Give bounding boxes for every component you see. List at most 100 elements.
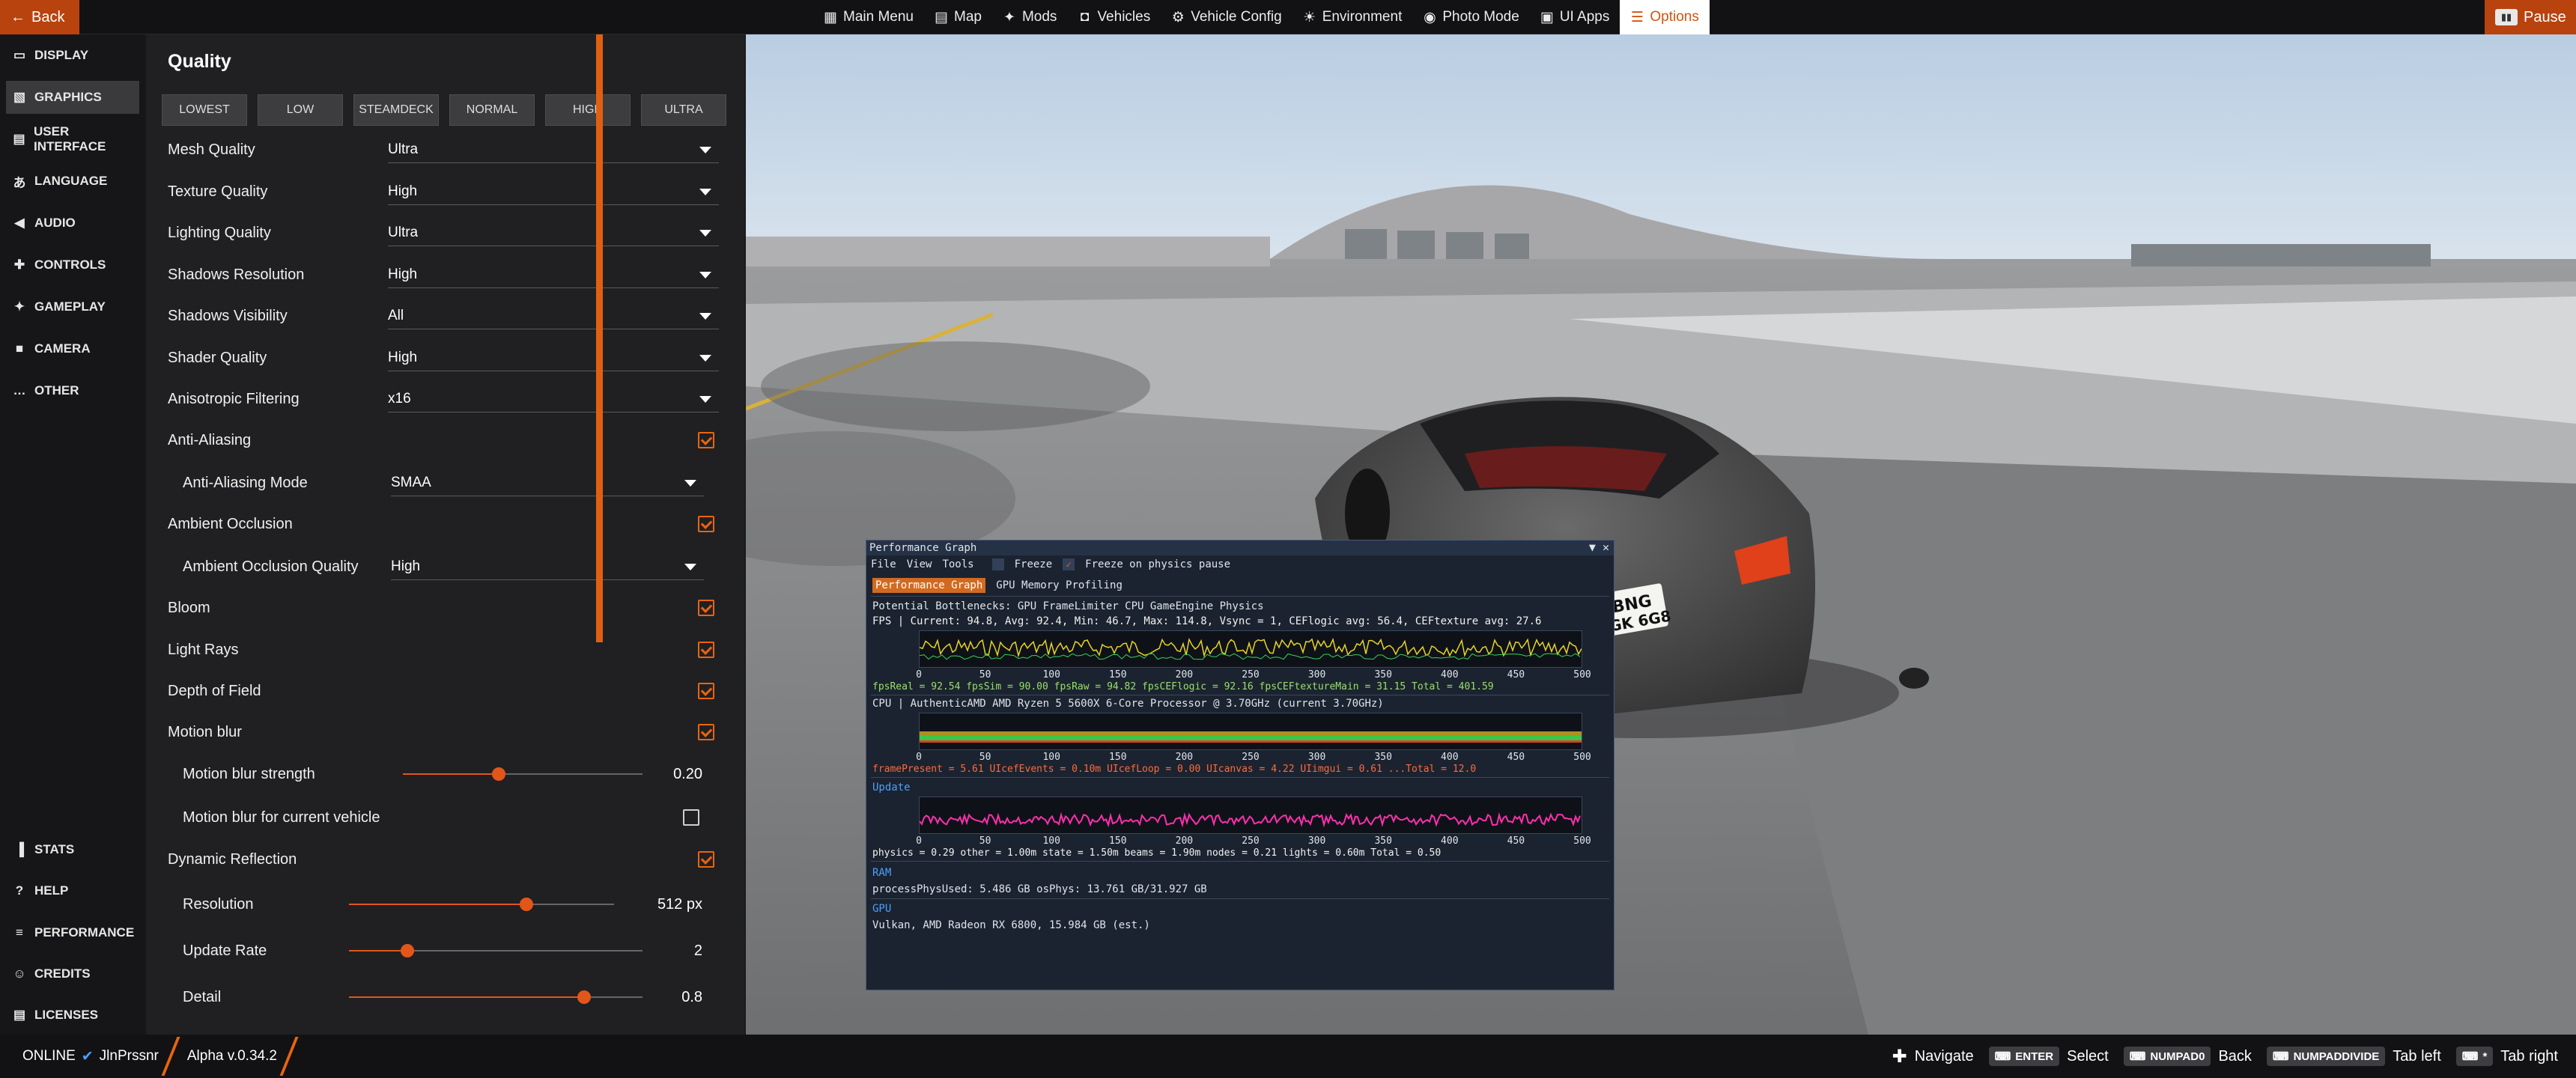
hint-back[interactable]: ⌨ NUMPAD0 Back bbox=[2123, 1047, 2252, 1066]
sidebar-item-audio[interactable]: ◀ AUDIO bbox=[6, 207, 139, 240]
sidebar-item-camera[interactable]: ■ CAMERA bbox=[6, 332, 139, 365]
sidebar-item-stats[interactable]: ▐ STATS bbox=[6, 833, 139, 866]
sidebar-item-controls[interactable]: ✚ CONTROLS bbox=[6, 249, 139, 281]
depth-of-field-checkbox[interactable] bbox=[698, 683, 714, 699]
fps-axis: 0 50 100 150 200 250 300 350 400 450 500 bbox=[916, 669, 1591, 681]
hint-select[interactable]: ⌨ ENTER Select bbox=[1988, 1047, 2109, 1066]
preset-ultra-button[interactable]: ULTRA bbox=[641, 94, 726, 126]
more-icon: … bbox=[13, 383, 26, 398]
monitor-icon: ▭ bbox=[13, 48, 26, 62]
preset-steamdeck-button[interactable]: STEAMDECK bbox=[353, 94, 439, 126]
motion-blur-checkbox[interactable] bbox=[698, 724, 714, 740]
anti-aliasing-mode-dropdown[interactable]: SMAA bbox=[391, 469, 704, 496]
slider-handle[interactable] bbox=[401, 944, 415, 957]
anti-aliasing-checkbox[interactable] bbox=[698, 432, 714, 448]
shadows-visibility-dropdown[interactable]: All bbox=[388, 302, 719, 329]
reflection-detail-slider[interactable] bbox=[349, 986, 643, 1008]
lighting-quality-dropdown[interactable]: Ultra bbox=[388, 219, 719, 246]
panel-scrollbar[interactable] bbox=[596, 34, 603, 642]
dynamic-reflection-checkbox[interactable] bbox=[698, 851, 714, 868]
slider-handle[interactable] bbox=[492, 767, 505, 781]
sidebar-item-graphics[interactable]: ▧ GRAPHICS bbox=[6, 81, 139, 114]
sidebar-item-language[interactable]: あ LANGUAGE bbox=[6, 165, 139, 198]
reflection-resolution-slider[interactable] bbox=[349, 893, 614, 916]
key-badge: ⌨ NUMPAD0 bbox=[2123, 1047, 2211, 1066]
window-title[interactable]: Performance Graph bbox=[866, 540, 1614, 555]
fps-legend: fpsReal = 92.54 fpsSim = 90.00 fpsRaw = … bbox=[872, 681, 1494, 692]
chevron-down-icon bbox=[699, 396, 711, 403]
sidebar-item-display[interactable]: ▭ DISPLAY bbox=[6, 39, 139, 72]
axis-tick: 300 bbox=[1307, 752, 1326, 763]
sidebar-item-user-interface[interactable]: ▤ USER INTERFACE bbox=[6, 123, 139, 156]
pause-button[interactable]: ▮▮ Pause bbox=[2485, 0, 2576, 34]
axis-tick: 50 bbox=[979, 669, 991, 680]
reflection-update-rate-slider[interactable] bbox=[349, 940, 643, 962]
nav-ui-apps[interactable]: ▣ UI Apps bbox=[1530, 0, 1620, 34]
tab-performance-graph[interactable]: Performance Graph bbox=[872, 578, 986, 593]
axis-tick: 200 bbox=[1175, 835, 1194, 847]
apps-icon: ▣ bbox=[1540, 9, 1554, 25]
hint-tab-right[interactable]: ⌨ * Tab right bbox=[2455, 1047, 2558, 1066]
translate-icon: あ bbox=[13, 175, 26, 190]
top-bar: ← Back ▦ Main Menu ▤ Map ✦ Mods ◘ Vehicles ⚙ Vehi… bbox=[0, 0, 2576, 34]
axis-tick: 400 bbox=[1441, 752, 1459, 763]
ambient-occlusion-quality-dropdown[interactable]: High bbox=[391, 553, 704, 580]
menu-icon: ▦ bbox=[824, 9, 837, 25]
texture-quality-dropdown[interactable]: High bbox=[388, 178, 719, 205]
close-icon[interactable]: ▼ ✕ bbox=[1589, 540, 1609, 554]
slider-handle[interactable] bbox=[577, 990, 591, 1004]
sidebar-item-performance[interactable]: ≡ PERFORMANCE bbox=[6, 916, 139, 949]
sidebar-item-other[interactable]: … OTHER bbox=[6, 374, 139, 407]
shadows-resolution-dropdown[interactable]: High bbox=[388, 261, 719, 288]
back-button[interactable]: ← Back bbox=[0, 0, 79, 34]
preset-lowest-button[interactable]: LOWEST bbox=[162, 94, 247, 126]
anti-aliasing-mode-label: Anti-Aliasing Mode bbox=[183, 474, 308, 491]
motion-blur-vehicle-checkbox[interactable] bbox=[683, 809, 699, 826]
motion-blur-strength-slider[interactable] bbox=[403, 763, 643, 785]
light-rays-checkbox[interactable] bbox=[698, 642, 714, 658]
slider-handle[interactable] bbox=[520, 898, 534, 911]
freeze-checkbox[interactable] bbox=[991, 558, 1004, 570]
mesh-quality-dropdown[interactable]: Ultra bbox=[388, 136, 719, 163]
preset-high-button[interactable]: HIGH bbox=[545, 94, 631, 126]
nav-environment[interactable]: ☀ Environment bbox=[1292, 0, 1413, 34]
nav-vehicle-config[interactable]: ⚙ Vehicle Config bbox=[1161, 0, 1292, 34]
nav-mods[interactable]: ✦ Mods bbox=[992, 0, 1067, 34]
chevron-down-icon bbox=[684, 480, 696, 487]
options-category-nav: ▭ DISPLAY ▧ GRAPHICS ▤ USER INTERFACE あ LANGUAG… bbox=[0, 34, 145, 1035]
preset-normal-button[interactable]: NORMAL bbox=[449, 94, 535, 126]
menu-tools[interactable]: Tools bbox=[942, 558, 973, 570]
sidebar-item-help[interactable]: ? HELP bbox=[6, 874, 139, 907]
nav-main-menu[interactable]: ▦ Main Menu bbox=[813, 0, 924, 34]
divider bbox=[871, 596, 1609, 597]
hint-navigate[interactable]: ✚ Navigate bbox=[1892, 1046, 1974, 1068]
sidebar-item-label: HELP bbox=[34, 883, 69, 898]
lighting-quality-value: Ultra bbox=[388, 224, 419, 240]
sidebar-item-label: PERFORMANCE bbox=[34, 925, 135, 940]
preset-low-button[interactable]: LOW bbox=[258, 94, 343, 126]
sidebar-item-label: USER INTERFACE bbox=[34, 124, 106, 153]
tab-gpu-memory[interactable]: GPU Memory Profiling bbox=[993, 578, 1126, 593]
section-title: Quality bbox=[168, 51, 231, 72]
light-rays: Light Rays bbox=[168, 635, 719, 665]
performance-graph-window[interactable]: Performance Graph ▼ ✕ File View Tools Fr… bbox=[866, 540, 1614, 990]
menu-view[interactable]: View bbox=[907, 558, 932, 570]
shader-quality-dropdown[interactable]: High bbox=[388, 344, 719, 371]
nav-options[interactable]: ☰ Options bbox=[1620, 0, 1710, 34]
sidebar-item-credits[interactable]: ☺ CREDITS bbox=[6, 957, 139, 990]
nav-vehicles[interactable]: ◘ Vehicles bbox=[1067, 0, 1161, 34]
nav-photo-mode[interactable]: ◉ Photo Mode bbox=[1412, 0, 1529, 34]
freeze-physics-checkbox[interactable]: ✓ bbox=[1063, 558, 1075, 570]
keyboard-icon: ⌨ bbox=[1994, 1050, 2011, 1063]
sidebar-item-label: AUDIO bbox=[34, 216, 76, 230]
ambient-occlusion-checkbox[interactable] bbox=[698, 516, 714, 532]
version-label: Alpha v.0.34.2 bbox=[186, 1048, 277, 1064]
bloom-checkbox[interactable] bbox=[698, 600, 714, 616]
nav-map[interactable]: ▤ Map bbox=[924, 0, 992, 34]
sidebar-item-gameplay[interactable]: ✦ GAMEPLAY bbox=[6, 290, 139, 323]
hint-tab-left[interactable]: ⌨ NUMPADDIVIDE Tab left bbox=[2266, 1047, 2441, 1066]
menu-file[interactable]: File bbox=[871, 558, 896, 570]
fps-graph bbox=[919, 630, 1582, 668]
anisotropic-filtering-dropdown[interactable]: x16 bbox=[388, 386, 719, 412]
sidebar-item-licenses[interactable]: ▤ LICENSES bbox=[6, 999, 139, 1032]
